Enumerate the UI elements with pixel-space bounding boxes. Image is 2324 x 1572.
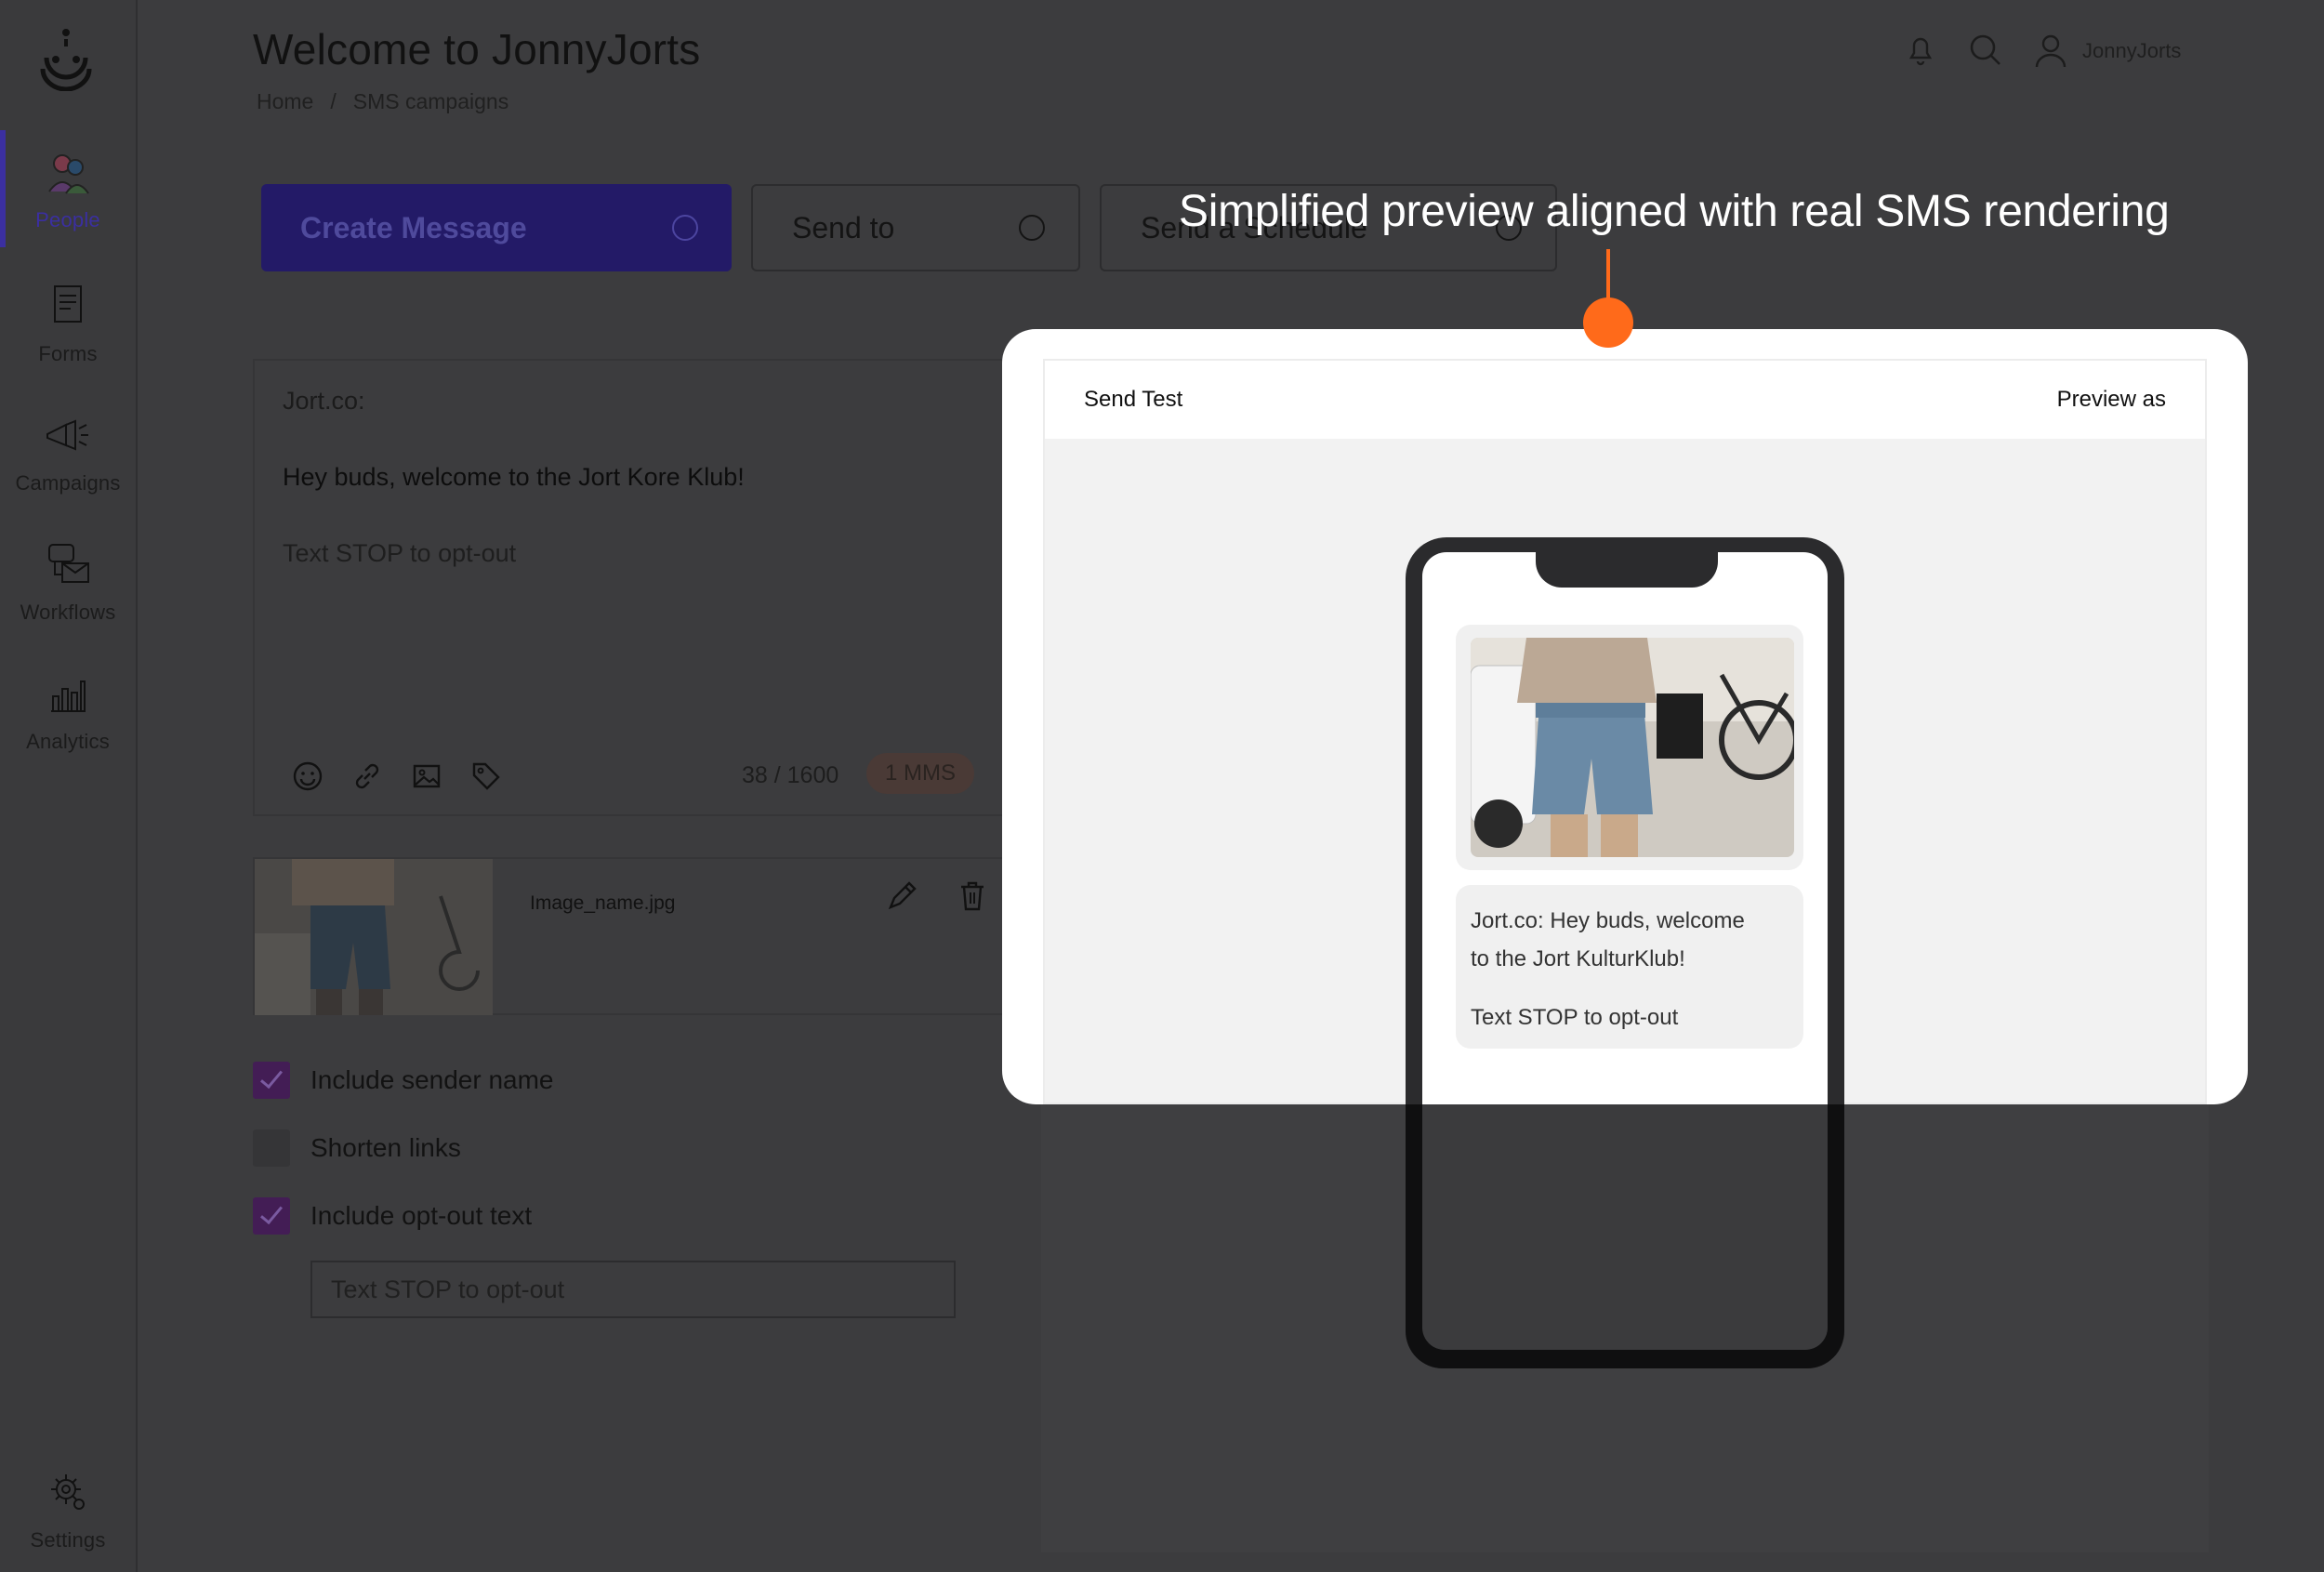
phone-notch: [1536, 550, 1718, 588]
option-label: Shorten links: [310, 1133, 461, 1162]
bell-icon[interactable]: [1902, 32, 1939, 69]
user-avatar-icon[interactable]: [2032, 32, 2069, 69]
step-status-circle-icon: [1019, 215, 1045, 241]
phone-screen: Jort.co: Hey buds, welcome to the Jort K…: [1422, 552, 1828, 1104]
emoji-icon[interactable]: [290, 759, 325, 794]
step-create-message[interactable]: Create Message: [261, 184, 732, 271]
workflows-icon: [48, 544, 89, 583]
step-label: Create Message: [300, 210, 527, 244]
include-sender-name-option[interactable]: Include sender name: [253, 1062, 554, 1099]
breadcrumb-separator: /: [330, 89, 337, 113]
preview-spotlight-card: Send Test Preview as Jort.co: Hey buds, …: [1002, 329, 2248, 1104]
option-label: Include opt-out text: [310, 1201, 533, 1230]
sms-optout-line: Text STOP to opt-out: [1471, 1005, 1679, 1030]
message-body[interactable]: Hey buds, welcome to the Jort Kore Klub!: [283, 463, 745, 492]
sms-line-1: Jort.co: Hey buds, welcome: [1471, 908, 1745, 933]
preview-as-dropdown[interactable]: Preview as: [2057, 387, 2166, 413]
sms-text-bubble: Jort.co: Hey buds, welcome to the Jort K…: [1456, 885, 1803, 1049]
sidebar-item-label: Campaigns: [15, 471, 121, 495]
forms-icon: [54, 285, 82, 323]
step-status-circle-icon: [672, 215, 698, 241]
callout-caption: Simplified preview aligned with real SMS…: [1179, 187, 2170, 236]
analytics-icon: [51, 680, 86, 712]
attachment-row: Image_name.jpg: [253, 857, 1015, 1015]
mms-image-bubble: [1456, 625, 1803, 870]
breadcrumb-current: SMS campaigns: [352, 89, 509, 113]
include-optout-option[interactable]: Include opt-out text: [253, 1197, 532, 1235]
send-test-button[interactable]: Send Test: [1084, 387, 1182, 413]
image-icon[interactable]: [409, 759, 444, 794]
tag-icon[interactable]: [469, 759, 504, 794]
link-icon[interactable]: [350, 759, 385, 794]
optout-text: Text STOP to opt-out: [283, 539, 517, 567]
sidebar-item-label: Analytics: [26, 730, 110, 753]
trash-icon[interactable]: [954, 878, 991, 915]
mms-badge: 1 MMS: [866, 753, 975, 794]
sidebar-item-label: Settings: [30, 1528, 106, 1552]
shorten-links-checkbox[interactable]: [253, 1129, 290, 1167]
breadcrumb: Home / SMS campaigns: [257, 89, 508, 114]
sidebar-item-workflows[interactable]: Workflows: [0, 522, 136, 625]
mms-image: [1471, 638, 1794, 857]
user-name[interactable]: JonnyJorts: [2082, 39, 2181, 63]
sms-line-2: to the Jort KulturKlub!: [1471, 946, 1685, 971]
megaphone-icon: [46, 419, 88, 451]
include-sender-name-checkbox[interactable]: [253, 1062, 290, 1099]
callout-pointer-dot: [1583, 297, 1633, 348]
phone-mockup: Jort.co: Hey buds, welcome to the Jort K…: [1406, 537, 1844, 1104]
step-send-to[interactable]: Send to: [751, 184, 1080, 271]
sender-prefix: Jort.co:: [283, 387, 365, 415]
preview-toolbar: Send Test Preview as: [1045, 361, 2205, 439]
sidebar-item-analytics[interactable]: Analytics: [0, 652, 136, 754]
sidebar-item-settings[interactable]: Settings: [0, 1450, 136, 1552]
sidebar-item-people[interactable]: People: [0, 130, 136, 247]
page-title: Welcome to JonnyJorts: [253, 25, 701, 73]
pencil-icon[interactable]: [883, 878, 920, 915]
sidebar: People Forms Campaigns Workflows Analyti…: [0, 0, 138, 1572]
preview-panel: Send Test Preview as Jort.co: Hey buds, …: [1043, 359, 2207, 1104]
search-icon[interactable]: [1967, 32, 2004, 69]
breadcrumb-home-link[interactable]: Home: [257, 89, 313, 113]
people-icon: [48, 154, 89, 194]
editor-toolbar: [290, 759, 504, 794]
sidebar-item-label: Workflows: [20, 601, 116, 624]
character-count: 38 / 1600: [742, 762, 839, 788]
include-optout-checkbox[interactable]: [253, 1197, 290, 1235]
sidebar-item-label: Forms: [38, 342, 98, 365]
gear-icon: [51, 1474, 85, 1510]
shorten-links-option[interactable]: Shorten links: [253, 1129, 461, 1167]
sidebar-item-campaigns[interactable]: Campaigns: [0, 393, 136, 495]
step-label: Send to: [792, 210, 895, 244]
smiley-logo-icon[interactable]: [35, 26, 97, 91]
sidebar-item-label: People: [35, 208, 100, 231]
optout-text-input[interactable]: [310, 1261, 956, 1318]
sidebar-item-forms[interactable]: Forms: [0, 264, 136, 366]
option-label: Include sender name: [310, 1065, 554, 1094]
phone-frame-lower: [1406, 1097, 1844, 1368]
attachment-file-name: Image_name.jpg: [530, 892, 676, 914]
attachment-thumbnail: [255, 859, 493, 1015]
